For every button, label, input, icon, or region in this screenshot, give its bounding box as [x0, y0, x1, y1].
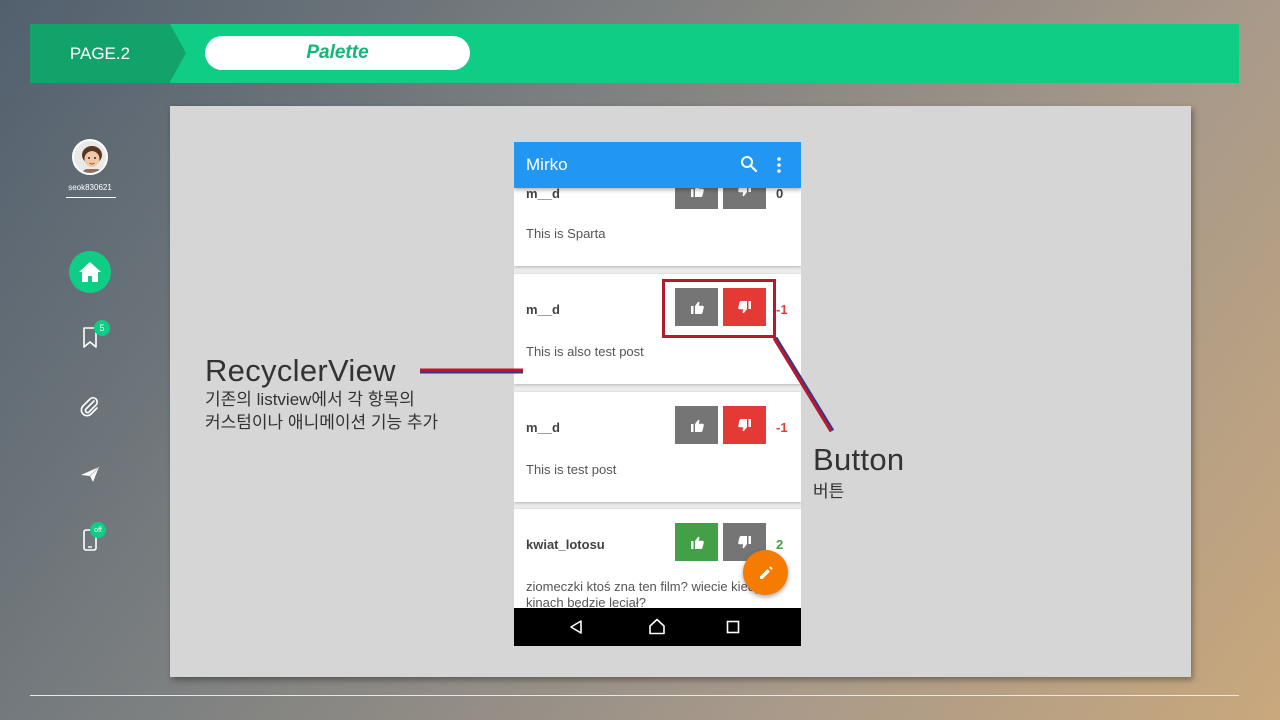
home-outline-icon	[649, 618, 665, 635]
more-vert-icon	[777, 157, 781, 173]
button-description: 버튼	[813, 482, 845, 501]
app-title: Mirko	[526, 155, 568, 174]
nav-recents-button[interactable]	[726, 620, 740, 639]
nav-home-button[interactable]	[648, 618, 666, 640]
recyclerview-description-line1: 기존의 listview에서 각 항목의	[205, 390, 415, 409]
back-triangle-icon	[570, 620, 582, 634]
android-nav-bar	[514, 608, 801, 646]
recyclerview-description-line2: 커스텀이나 애니메이션 기능 추가	[205, 413, 439, 432]
search-button[interactable]	[740, 155, 758, 178]
pencil-icon	[759, 566, 772, 579]
recyclerview-label: RecyclerView	[205, 353, 396, 388]
button-connector-line	[772, 337, 833, 432]
search-icon	[741, 156, 758, 173]
compose-fab[interactable]	[743, 550, 788, 595]
button-label: Button	[813, 442, 905, 477]
square-icon	[726, 620, 740, 634]
overflow-menu-button[interactable]	[776, 156, 782, 179]
app-bar: Mirko	[514, 142, 801, 188]
nav-back-button[interactable]	[568, 619, 584, 640]
